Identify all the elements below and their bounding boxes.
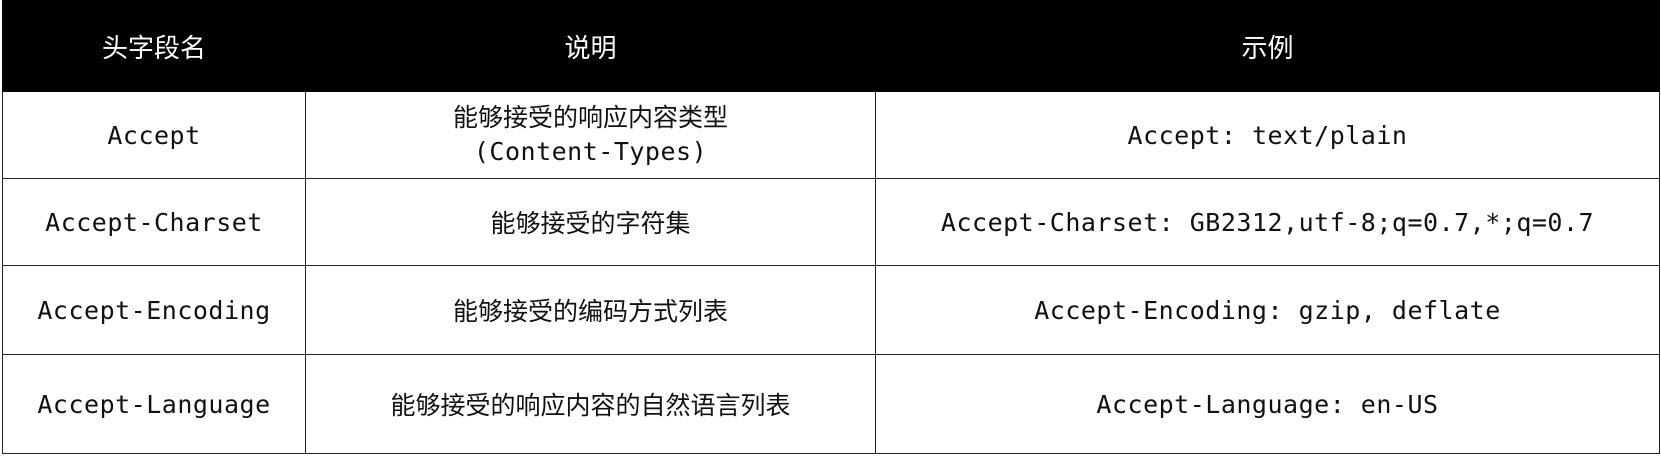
description-cell: 能够接受的响应内容的自然语言列表 bbox=[305, 354, 876, 454]
table-header: 头字段名 说明 示例 bbox=[2, 0, 1660, 92]
table-row: Accept-Encoding 能够接受的编码方式列表 Accept-Encod… bbox=[2, 265, 1660, 355]
description-cell: 能够接受的字符集 bbox=[305, 178, 876, 266]
field-name-cell: Accept-Language bbox=[2, 354, 306, 454]
example-cell: Accept-Charset: GB2312,utf-8;q=0.7,*;q=0… bbox=[875, 178, 1660, 266]
table-row: Accept 能够接受的响应内容类型 (Content-Types) Accep… bbox=[2, 91, 1660, 179]
table-row: Accept-Charset 能够接受的字符集 Accept-Charset: … bbox=[2, 178, 1660, 266]
example-cell: Accept-Encoding: gzip, deflate bbox=[875, 265, 1660, 355]
field-name-cell: Accept bbox=[2, 91, 306, 179]
field-name-cell: Accept-Encoding bbox=[2, 265, 306, 355]
column-header-field-name: 头字段名 bbox=[2, 0, 306, 92]
column-header-example: 示例 bbox=[875, 0, 1660, 92]
description-cell: 能够接受的响应内容类型 (Content-Types) bbox=[305, 91, 876, 179]
http-headers-figure: 头字段名 说明 示例 Accept 能够接受的响应内容类型 (Content-T… bbox=[0, 0, 1661, 462]
description-cell: 能够接受的编码方式列表 bbox=[305, 265, 876, 355]
column-header-description: 说明 bbox=[305, 0, 876, 92]
description-line: 能够接受的响应内容类型 bbox=[452, 103, 728, 132]
field-name-cell: Accept-Charset bbox=[2, 178, 306, 266]
table-row: Accept-Language 能够接受的响应内容的自然语言列表 Accept-… bbox=[2, 354, 1660, 454]
example-cell: Accept: text/plain bbox=[875, 91, 1660, 179]
header-row: 头字段名 说明 示例 bbox=[2, 0, 1660, 92]
table-body: Accept 能够接受的响应内容类型 (Content-Types) Accep… bbox=[2, 91, 1660, 454]
example-cell: Accept-Language: en-US bbox=[875, 354, 1660, 454]
http-request-headers-table: 头字段名 说明 示例 Accept 能够接受的响应内容类型 (Content-T… bbox=[2, 0, 1660, 454]
description-line: (Content-Types) bbox=[473, 137, 708, 166]
